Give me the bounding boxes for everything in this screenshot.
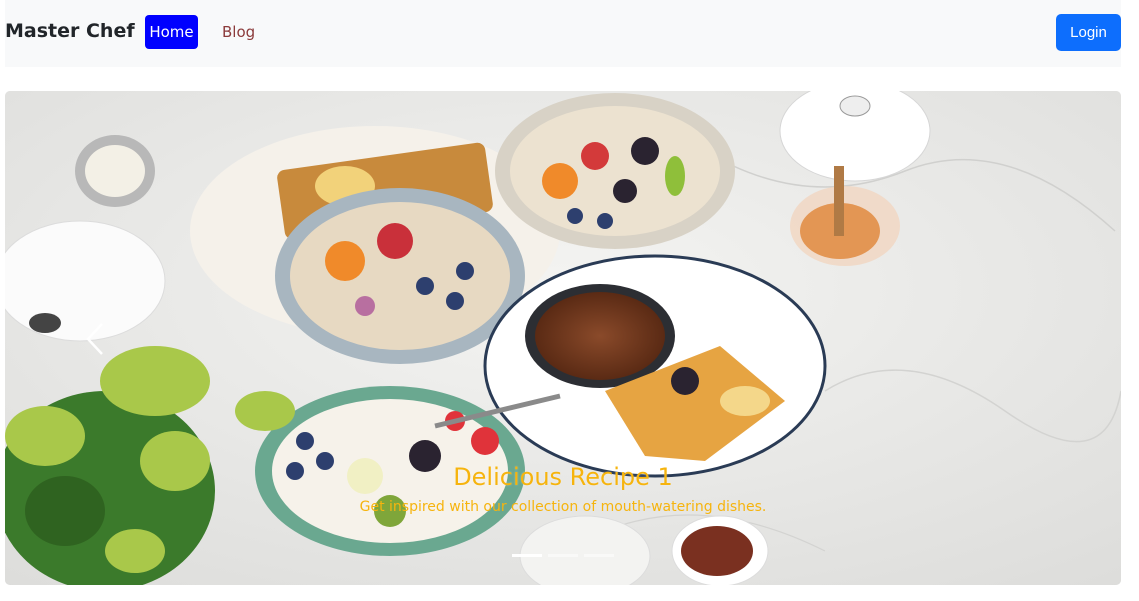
brand-logo[interactable]: Master Chef — [5, 20, 135, 42]
slide-title: Delicious Recipe 1 — [453, 463, 673, 491]
slide-text: Get inspired with our collection of mout… — [359, 499, 767, 515]
carousel-indicator-3[interactable] — [584, 554, 614, 557]
carousel-prev-button[interactable] — [65, 291, 125, 386]
carousel-indicators — [512, 554, 614, 557]
login-button[interactable]: Login — [1056, 14, 1121, 51]
carousel-caption: Delicious Recipe 1 Get inspired with our… — [5, 463, 1121, 515]
carousel-indicator-2[interactable] — [548, 554, 578, 557]
nav-link-home[interactable]: Home — [145, 15, 198, 49]
chevron-left-icon — [86, 322, 103, 355]
nav-link-blog[interactable]: Blog — [222, 23, 255, 41]
hero-carousel: Delicious Recipe 1 Get inspired with our… — [5, 91, 1121, 585]
navbar: Master Chef Home Blog Login — [5, 0, 1121, 67]
carousel-indicator-1[interactable] — [512, 554, 542, 557]
